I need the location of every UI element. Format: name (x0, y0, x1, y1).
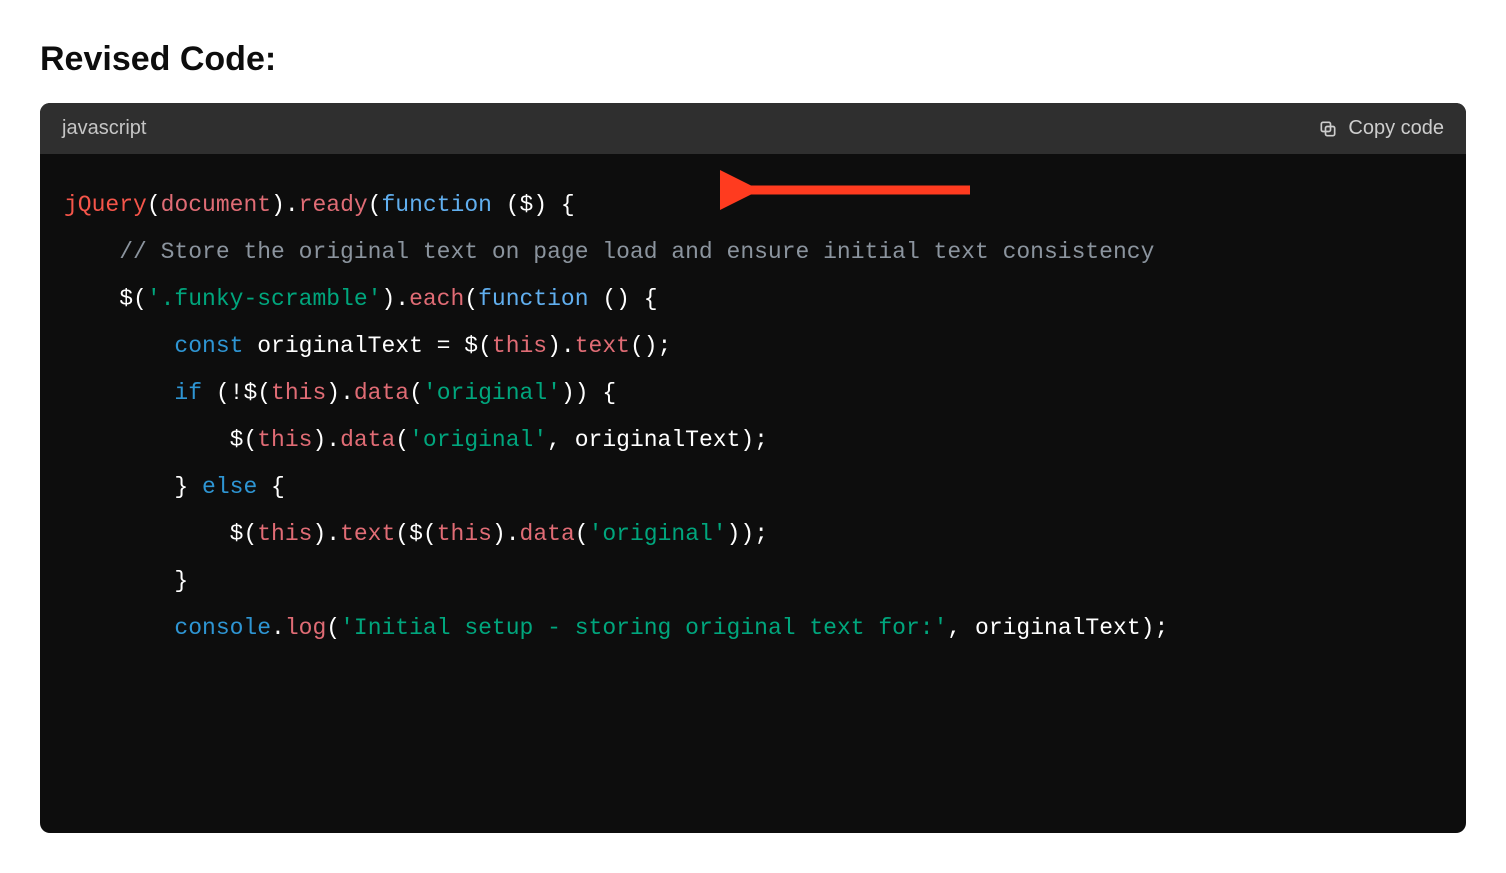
code-body[interactable]: jQuery(document).ready(function ($) { //… (40, 154, 1466, 833)
section-heading: Revised Code: (40, 40, 1466, 79)
code-header: javascript Copy code (40, 103, 1466, 154)
language-label: javascript (62, 117, 146, 140)
code-line-2: // Store the original text on page load … (64, 239, 1154, 265)
code-line-10: console.log('Initial setup - storing ori… (64, 615, 1168, 641)
code-line-5: if (!$(this).data('original')) { (64, 380, 616, 406)
code-line-7: } else { (64, 474, 285, 500)
code-line-1: jQuery(document).ready(function ($) { (64, 192, 575, 218)
copy-icon (1318, 119, 1338, 139)
code-line-4: const originalText = $(this).text(); (64, 333, 671, 359)
code-block: javascript Copy code jQuery(document).re… (40, 103, 1466, 833)
code-line-3: $('.funky-scramble').each(function () { (64, 286, 658, 312)
annotation-arrow-icon (720, 170, 980, 210)
code-line-6: $(this).data('original', originalText); (64, 427, 768, 453)
code-line-8: $(this).text($(this).data('original')); (64, 521, 768, 547)
copy-code-label: Copy code (1348, 117, 1444, 140)
copy-code-button[interactable]: Copy code (1318, 117, 1444, 140)
code-line-9: } (64, 568, 188, 594)
